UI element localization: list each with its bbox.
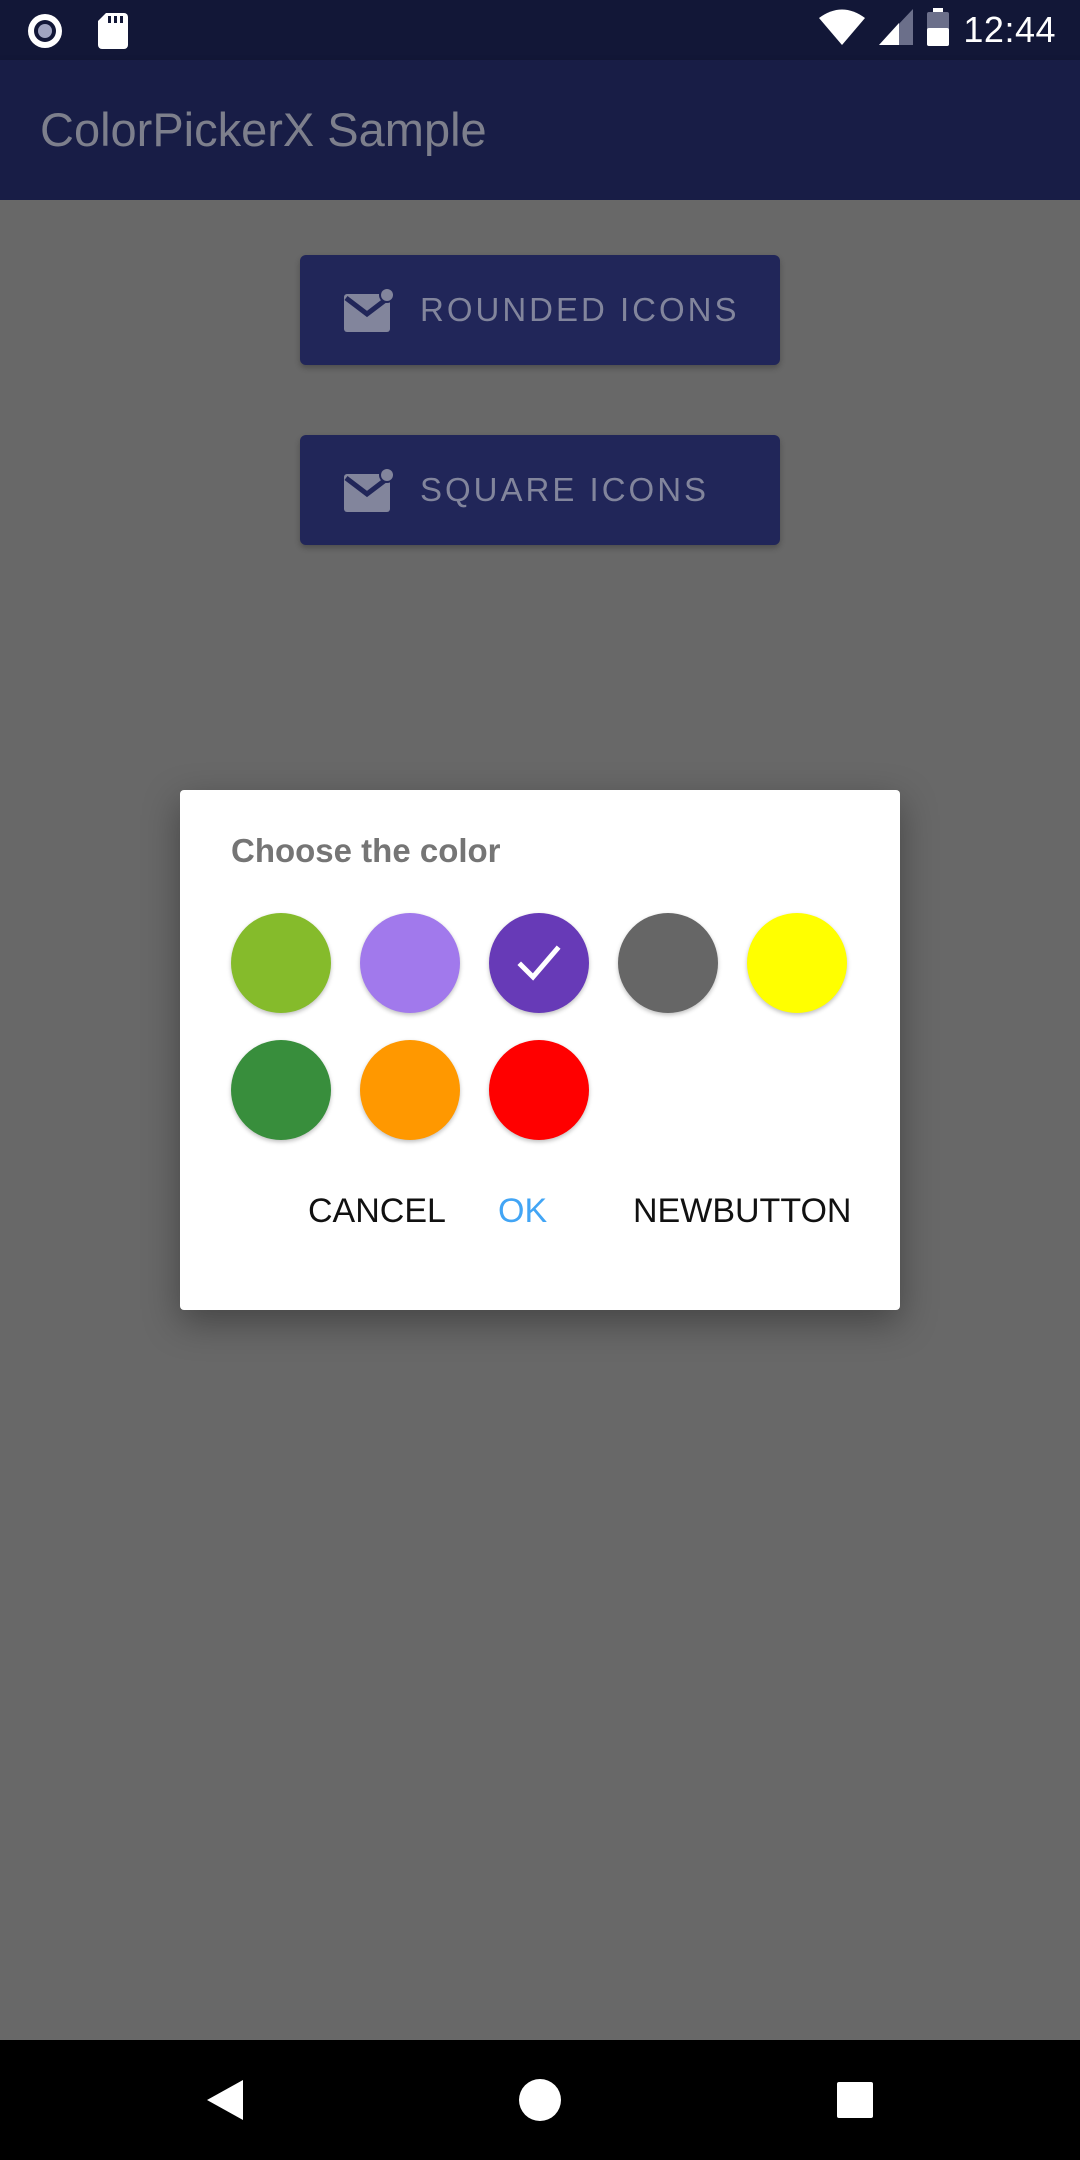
square-icons-button[interactable]: SQUARE ICONS (300, 435, 780, 545)
record-icon (26, 12, 64, 55)
color-swatch[interactable] (618, 913, 718, 1013)
cancel-button[interactable]: CANCEL (308, 1192, 446, 1231)
status-right-icons: 12:44 (819, 8, 1056, 51)
app-title: ColorPickerX Sample (40, 103, 487, 156)
ok-button[interactable]: OK (498, 1192, 547, 1231)
color-swatch[interactable] (747, 913, 847, 1013)
status-left-icons (26, 12, 128, 55)
color-swatch[interactable] (489, 1040, 589, 1140)
mail-badge-icon (344, 466, 396, 514)
color-swatch[interactable] (360, 1040, 460, 1140)
mail-badge-icon (344, 286, 396, 334)
home-icon (519, 2079, 561, 2121)
recents-icon (837, 2082, 873, 2118)
status-time: 12:44 (963, 8, 1056, 50)
wifi-icon (819, 9, 866, 50)
check-icon (517, 945, 561, 981)
battery-icon (927, 8, 950, 51)
new-button[interactable]: NEWBUTTON (633, 1192, 851, 1231)
color-picker-dialog: Choose the color CANCEL OK NEWBUTTON (180, 790, 900, 1310)
dialog-title: Choose the color (231, 832, 501, 869)
rounded-icons-label: ROUNDED ICONS (420, 291, 740, 328)
color-swatch-selected[interactable] (489, 913, 589, 1013)
sd-card-icon (98, 13, 128, 54)
square-icons-label: SQUARE ICONS (420, 471, 710, 508)
signal-icon (879, 9, 914, 50)
recents-button[interactable] (795, 2040, 915, 2160)
color-swatch[interactable] (360, 913, 460, 1013)
color-swatch[interactable] (231, 913, 331, 1013)
back-button[interactable] (165, 2040, 285, 2160)
status-bar: 12:44 (0, 0, 1080, 60)
color-swatch[interactable] (231, 1040, 331, 1140)
navigation-bar (0, 2040, 1080, 2160)
app-bar: ColorPickerX Sample (0, 60, 1080, 200)
home-button[interactable] (480, 2040, 600, 2160)
back-icon (207, 2080, 243, 2120)
rounded-icons-button[interactable]: ROUNDED ICONS (300, 255, 780, 365)
